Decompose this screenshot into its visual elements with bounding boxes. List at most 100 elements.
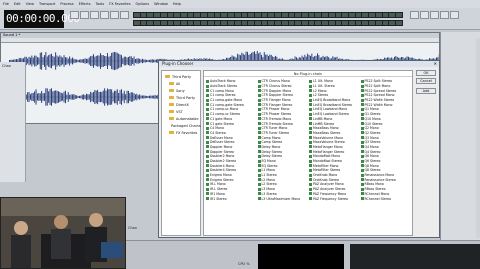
loop-button[interactable] bbox=[440, 11, 449, 19]
plugin-icon bbox=[257, 145, 261, 149]
folder-item[interactable]: FX Favorites bbox=[162, 129, 200, 136]
meter-segment bbox=[308, 13, 315, 17]
meter-segment bbox=[275, 21, 281, 25]
new-file-icon[interactable] bbox=[70, 11, 79, 19]
plugin-icon bbox=[257, 79, 261, 83]
rail-row[interactable] bbox=[0, 125, 25, 134]
vertical-scrollbar[interactable] bbox=[476, 38, 480, 238]
plugin-icon bbox=[206, 117, 209, 121]
menu-help[interactable]: Help bbox=[173, 2, 181, 6]
paste-icon[interactable] bbox=[120, 11, 129, 19]
record-button[interactable] bbox=[430, 11, 439, 19]
folder-item[interactable]: Automatable bbox=[162, 115, 200, 122]
menu-file[interactable]: File bbox=[3, 2, 9, 6]
settings-icon[interactable] bbox=[450, 11, 459, 19]
meter-segment bbox=[375, 21, 382, 25]
folder-label: Sony bbox=[176, 88, 185, 93]
meter-segment bbox=[396, 21, 402, 25]
folder-item[interactable]: Packaged Chains bbox=[162, 122, 201, 129]
plugin-item[interactable]: L3 UltraMaximizer Mono bbox=[257, 196, 308, 201]
meter-segment bbox=[221, 13, 228, 17]
menu-options[interactable]: Options bbox=[136, 2, 150, 6]
meter-segment bbox=[254, 13, 261, 17]
plugin-icon bbox=[360, 178, 364, 182]
folder-label: Third Party bbox=[172, 74, 192, 79]
plugin-item[interactable]: PAZ Frequency Stereo bbox=[309, 196, 359, 201]
meter-segment bbox=[396, 13, 402, 17]
folder-item[interactable]: DirectX bbox=[162, 101, 200, 108]
right-panel bbox=[440, 32, 480, 240]
plugin-icon bbox=[309, 131, 312, 135]
plugin-icon bbox=[309, 126, 312, 130]
plugin-icon bbox=[309, 93, 312, 97]
plugin-icon bbox=[257, 154, 261, 158]
meter-segment bbox=[154, 21, 160, 25]
meter-segment bbox=[167, 21, 174, 25]
plugin-icon bbox=[360, 168, 364, 172]
meter-segment bbox=[369, 21, 375, 25]
rail-row[interactable] bbox=[0, 89, 25, 98]
meter-segment bbox=[174, 21, 181, 25]
rail-row[interactable] bbox=[0, 116, 25, 125]
meter-segment bbox=[181, 21, 187, 25]
menu-process[interactable]: Process bbox=[60, 2, 73, 6]
folder-label: FX Favorites bbox=[176, 130, 198, 135]
ok-button[interactable]: OK bbox=[416, 70, 436, 76]
plugin-icon bbox=[360, 103, 364, 107]
folder-item[interactable]: Sony bbox=[162, 87, 200, 94]
cancel-button[interactable]: Cancel bbox=[416, 78, 436, 84]
meter-segment bbox=[275, 13, 281, 17]
folder-item[interactable]: VST bbox=[162, 108, 200, 115]
rail-row[interactable] bbox=[0, 80, 25, 89]
menu-fx-favorites[interactable]: FX Favorites bbox=[109, 2, 130, 6]
folder-icon bbox=[169, 103, 174, 106]
plugin-icon bbox=[206, 145, 209, 149]
save-icon[interactable] bbox=[90, 11, 99, 19]
plugin-icon bbox=[309, 140, 312, 144]
meter-segment bbox=[194, 13, 201, 17]
plugin-item[interactable]: RChannel Stereo bbox=[360, 196, 411, 201]
cut-icon[interactable] bbox=[100, 11, 109, 19]
plugin-icon bbox=[360, 98, 364, 102]
copy-icon[interactable] bbox=[110, 11, 119, 19]
folder-item[interactable]: Third Party bbox=[162, 94, 200, 101]
rail-row[interactable] bbox=[0, 98, 25, 107]
plugin-icon bbox=[206, 93, 209, 97]
menu-view[interactable]: View bbox=[26, 2, 34, 6]
folder-item[interactable]: Third Party bbox=[162, 73, 200, 80]
plugin-label: PAZ Frequency Stereo bbox=[313, 196, 348, 201]
plugin-icon bbox=[309, 168, 312, 172]
plugin-icon bbox=[257, 168, 261, 172]
plugin-icon bbox=[360, 150, 364, 154]
plugin-icon bbox=[206, 122, 209, 126]
play-button[interactable] bbox=[410, 11, 419, 19]
menu-transport[interactable]: Transport bbox=[39, 2, 55, 6]
meter-segment bbox=[349, 13, 355, 17]
menu-effects[interactable]: Effects bbox=[79, 2, 91, 6]
add-button[interactable]: Add bbox=[416, 88, 436, 94]
stop-button[interactable] bbox=[420, 11, 429, 19]
close-icon[interactable]: ✕ bbox=[434, 61, 437, 66]
level-meter-right bbox=[133, 20, 403, 26]
meter-segment bbox=[355, 21, 362, 25]
rail-row[interactable] bbox=[0, 107, 25, 116]
meter-segment bbox=[147, 13, 154, 17]
plugin-label: IR1 Stereo bbox=[210, 196, 227, 201]
plugin-icon bbox=[257, 98, 261, 102]
plugin-icon bbox=[309, 117, 312, 121]
plugin-icon bbox=[206, 136, 209, 140]
folder-item[interactable]: All bbox=[162, 80, 200, 87]
plugin-icon bbox=[360, 131, 364, 135]
menu-window[interactable]: Window bbox=[154, 2, 168, 6]
rail-row[interactable]: Chan bbox=[0, 62, 25, 71]
menu-tools[interactable]: Tools bbox=[96, 2, 105, 6]
menu-edit[interactable]: Edit bbox=[14, 2, 21, 6]
meter-segment bbox=[228, 21, 234, 25]
plugin-icon bbox=[206, 140, 209, 144]
left-rail: Chan bbox=[0, 62, 26, 182]
rail-row[interactable] bbox=[0, 71, 25, 80]
folder-icon bbox=[169, 110, 174, 113]
plugin-item[interactable]: IR1 Stereo bbox=[206, 196, 256, 201]
plugin-icon bbox=[206, 182, 209, 186]
open-file-icon[interactable] bbox=[80, 11, 89, 19]
